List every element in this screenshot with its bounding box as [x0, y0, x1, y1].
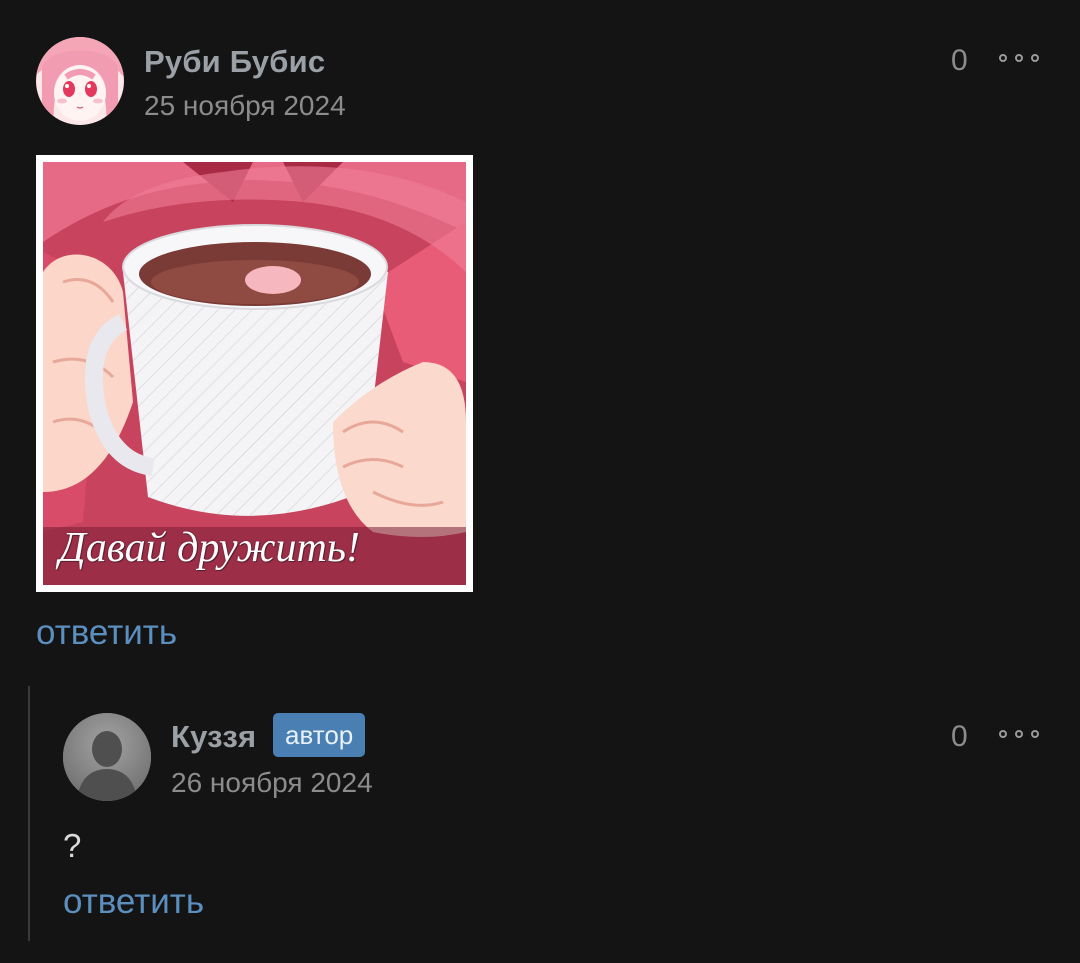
coffee-cup-image: Давай дружить! [43, 162, 466, 585]
comment-date: 25 ноября 2024 [144, 90, 346, 121]
more-options-icon [999, 730, 1007, 738]
coffee-cup-illustration [43, 162, 466, 585]
default-user-avatar-icon [63, 713, 151, 801]
more-options-icon-dot [1031, 54, 1039, 62]
comment-author[interactable]: Куззя [171, 719, 256, 755]
reply-link[interactable]: ответить [36, 613, 177, 653]
anime-girl-avatar-icon [36, 37, 124, 125]
reply-link[interactable]: ответить [63, 882, 204, 922]
avatar[interactable] [63, 713, 151, 801]
comment-image[interactable]: Давай дружить! [36, 155, 473, 592]
more-options-icon-dot [1031, 730, 1039, 738]
author-badge: автор [273, 713, 366, 757]
more-options-icon-dot [1015, 730, 1023, 738]
comment-score: 0 [951, 720, 968, 753]
more-options-icon-dot [1015, 54, 1023, 62]
comment-author[interactable]: Руби Бубис [144, 44, 325, 80]
comment-score: 0 [951, 44, 968, 77]
more-options-button[interactable] [999, 48, 1039, 68]
comment-text: ? [63, 827, 82, 864]
comment-date: 26 ноября 2024 [171, 767, 373, 798]
image-caption: Давай дружить! [59, 525, 360, 571]
thread-line [28, 686, 30, 941]
avatar[interactable] [36, 37, 124, 125]
more-options-button[interactable] [999, 724, 1039, 744]
more-options-icon [999, 54, 1007, 62]
